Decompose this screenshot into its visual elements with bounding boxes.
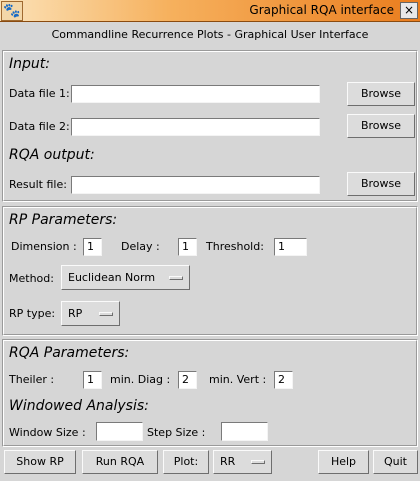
close-button[interactable]: × (400, 2, 418, 19)
data-file-1-browse-button[interactable]: Browse (347, 82, 415, 106)
windowed-analysis-heading: Windowed Analysis: (9, 398, 149, 414)
data-file-1-input[interactable] (71, 85, 320, 103)
window-size-input[interactable] (96, 422, 143, 441)
dropdown-indicator-icon (99, 311, 113, 316)
dimension-label: Dimension : (11, 240, 77, 253)
min-vert-label: min. Vert : (209, 373, 267, 386)
rp-type-label: RP type: (9, 307, 56, 320)
data-file-2-input[interactable] (71, 118, 320, 136)
theiler-label: Theiler : (9, 373, 55, 386)
rp-type-value: RP (68, 307, 83, 320)
data-file-2-browse-button[interactable]: Browse (347, 114, 415, 138)
app-subtitle: Commandline Recurrence Plots - Graphical… (51, 28, 369, 41)
method-value: Euclidean Norm (68, 271, 156, 284)
input-heading: Input: (9, 56, 50, 72)
step-size-input[interactable] (221, 422, 268, 441)
gnome-foot-icon[interactable]: 🐾 (1, 1, 23, 21)
min-diag-label: min. Diag : (110, 373, 171, 386)
window-size-label: Window Size : (9, 426, 86, 439)
window-title: Graphical RQA interface (249, 3, 394, 17)
step-size-label: Step Size : (147, 426, 206, 439)
dropdown-indicator-icon (169, 275, 183, 280)
result-file-label: Result file: (9, 178, 67, 191)
dimension-input[interactable]: 1 (83, 238, 102, 256)
rp-type-select[interactable]: RP (61, 301, 120, 326)
result-file-browse-button[interactable]: Browse (347, 172, 415, 196)
data-file-1-label: Data file 1: (9, 87, 70, 100)
close-icon: × (403, 3, 415, 17)
method-label: Method: (9, 272, 54, 285)
help-button[interactable]: Help (318, 450, 369, 474)
dropdown-indicator-icon (251, 460, 265, 464)
rp-parameters-heading: RP Parameters: (9, 212, 118, 228)
theiler-input[interactable]: 1 (83, 371, 102, 389)
plot-label: Plot: (163, 450, 209, 474)
delay-label: Delay : (121, 240, 160, 253)
rqa-output-heading: RQA output: (9, 147, 95, 163)
show-rp-button[interactable]: Show RP (4, 450, 76, 474)
plot-select[interactable]: RR (213, 450, 272, 474)
method-select[interactable]: Euclidean Norm (61, 265, 190, 290)
rqa-parameters-heading: RQA Parameters: (9, 345, 130, 361)
run-rqa-button[interactable]: Run RQA (82, 450, 158, 474)
threshold-label: Threshold: (206, 240, 264, 253)
threshold-input[interactable]: 1 (274, 238, 307, 256)
result-file-input[interactable] (71, 176, 320, 194)
plot-value: RR (220, 455, 236, 468)
min-diag-input[interactable]: 2 (178, 371, 197, 389)
delay-input[interactable]: 1 (178, 238, 197, 256)
quit-button[interactable]: Quit (373, 450, 418, 474)
data-file-2-label: Data file 2: (9, 120, 70, 133)
min-vert-input[interactable]: 2 (274, 371, 293, 389)
